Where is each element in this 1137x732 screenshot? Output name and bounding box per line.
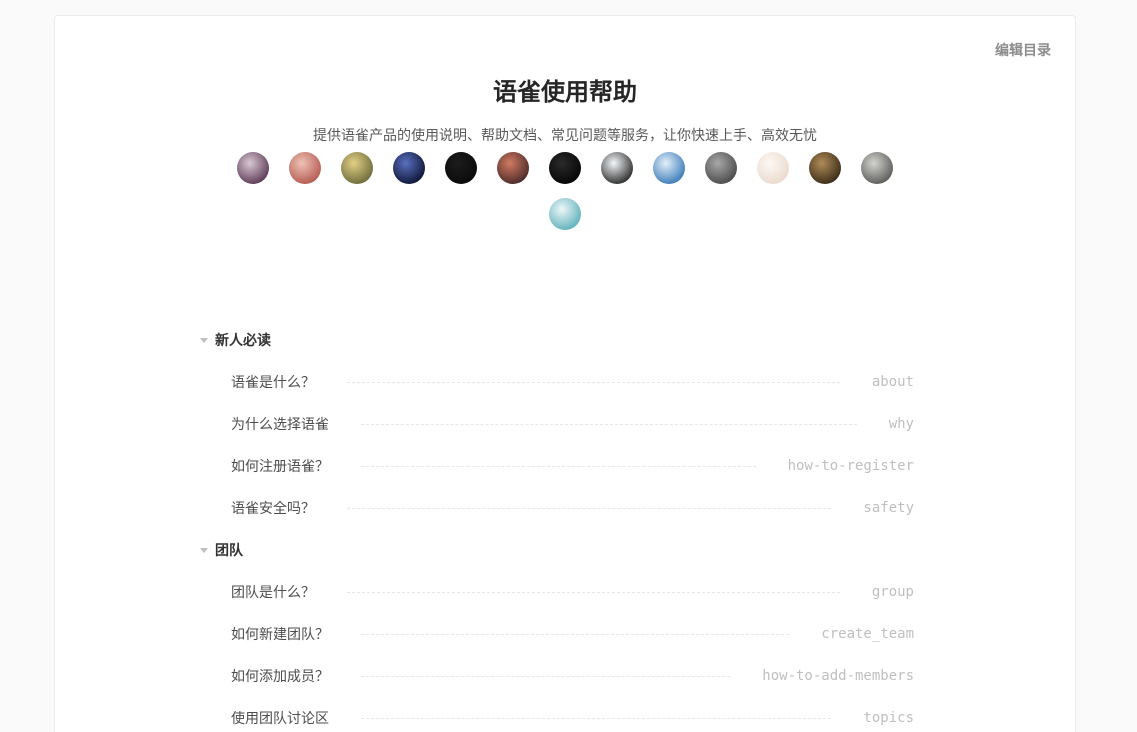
catalog-item-title: 如何新建团队？ [231,626,329,642]
avatar[interactable] [393,152,425,184]
catalog-item-title: 如何添加成员？ [231,668,329,684]
dashed-leader [361,424,857,425]
avatar[interactable] [289,152,321,184]
edit-catalog-link[interactable]: 编辑目录 [995,40,1051,60]
catalog-item[interactable]: 如何注册语雀？ how-to-register [200,445,914,487]
avatar[interactable] [757,152,789,184]
catalog-item[interactable]: 如何添加成员？ how-to-add-members [200,655,914,697]
catalog-item-slug: why [888,416,914,432]
avatar[interactable] [861,152,893,184]
avatar[interactable] [653,152,685,184]
dashed-leader [347,382,840,383]
avatar[interactable] [237,152,269,184]
catalog-item[interactable]: 使用团队讨论区 topics [200,697,914,732]
catalog-item-slug: topics [863,710,914,726]
avatar[interactable] [549,152,581,184]
catalog-item[interactable]: 语雀安全吗？ safety [200,487,914,529]
dashed-leader [361,634,790,635]
catalog-item-title: 为什么选择语雀 [231,416,329,432]
catalog-item[interactable]: 团队是什么？ group [200,571,914,613]
dashed-leader [347,508,832,509]
dashed-leader [361,466,756,467]
catalog-group-header[interactable]: 团队 [200,529,914,571]
caret-down-icon[interactable] [200,338,208,343]
catalog: 新人必读 语雀是什么？ about 为什么选择语雀 why 如何注册语雀？ ho… [200,319,914,732]
book-card: 编辑目录 语雀使用帮助 提供语雀产品的使用说明、帮助文档、常见问题等服务，让你快… [54,15,1076,732]
catalog-item-title: 团队是什么？ [231,584,315,600]
avatar[interactable] [705,152,737,184]
catalog-item-slug: group [871,584,914,600]
dashed-leader [361,676,731,677]
dashed-leader [347,592,840,593]
catalog-item-title: 使用团队讨论区 [231,710,329,726]
catalog-item-slug: create_team [821,626,914,642]
avatar[interactable] [809,152,841,184]
avatar[interactable] [497,152,529,184]
catalog-item-slug: about [871,374,914,390]
avatar[interactable] [549,198,581,230]
contributor-avatars [227,152,903,244]
catalog-item-slug: how-to-add-members [762,668,914,684]
catalog-group-title: 团队 [215,542,243,558]
catalog-item[interactable]: 如何新建团队？ create_team [200,613,914,655]
catalog-item-title: 语雀是什么？ [231,374,315,390]
catalog-item-slug: how-to-register [787,458,914,474]
dashed-leader [361,718,832,719]
book-description: 提供语雀产品的使用说明、帮助文档、常见问题等服务，让你快速上手、高效无忧 [313,127,817,143]
avatar[interactable] [341,152,373,184]
catalog-group-header[interactable]: 新人必读 [200,319,914,361]
catalog-item-title: 如何注册语雀？ [231,458,329,474]
caret-down-icon[interactable] [200,548,208,553]
avatar[interactable] [445,152,477,184]
catalog-item[interactable]: 为什么选择语雀 why [200,403,914,445]
catalog-item-title: 语雀安全吗？ [231,500,315,516]
book-title: 语雀使用帮助 [493,79,637,106]
catalog-item-slug: safety [863,500,914,516]
catalog-item[interactable]: 语雀是什么？ about [200,361,914,403]
catalog-group-title: 新人必读 [215,332,271,348]
avatar[interactable] [601,152,633,184]
